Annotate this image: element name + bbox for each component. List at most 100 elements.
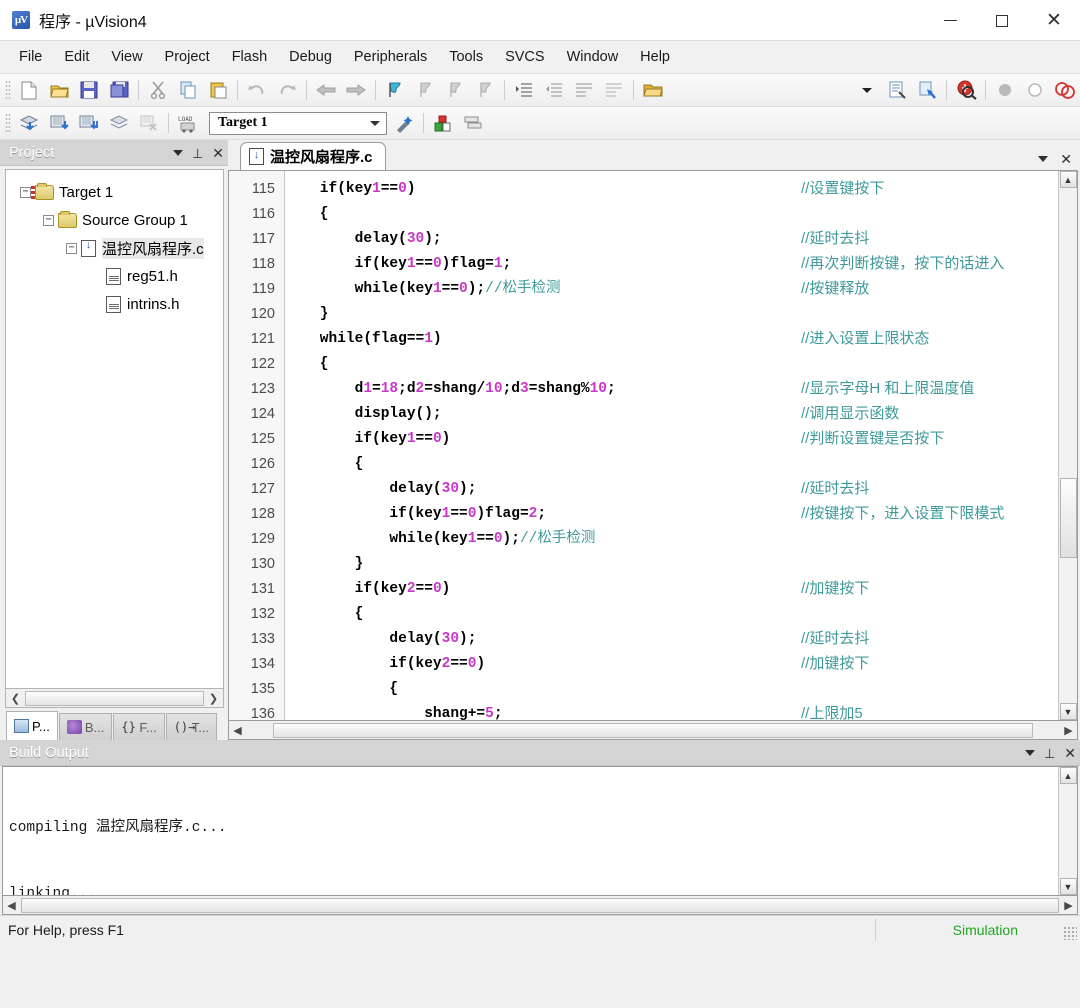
navigate-forward-icon[interactable] [342, 77, 370, 104]
menu-tools[interactable]: Tools [438, 45, 494, 69]
tab-functions[interactable]: {} F... [113, 713, 165, 740]
tree-node-source-group[interactable]: − Source Group 1 [6, 206, 223, 234]
manage-components-icon[interactable] [429, 110, 457, 137]
build-output-hscrollbar[interactable]: ◀ ▶ [2, 896, 1078, 915]
chevron-down-icon[interactable] [1038, 156, 1049, 162]
save-icon[interactable] [75, 77, 103, 104]
paste-icon[interactable] [204, 77, 232, 104]
close-icon[interactable]: ✕ [212, 146, 224, 160]
uncomment-icon[interactable] [600, 77, 628, 104]
find-in-files-icon[interactable] [913, 77, 941, 104]
bookmark-prev-icon[interactable] [411, 77, 439, 104]
tree-node-reg51[interactable]: reg51.h [6, 262, 223, 290]
code-editor[interactable]: 115 116 117 118 119 120 121 122 123 124 … [228, 170, 1078, 721]
build-output-body[interactable]: compiling 温控风扇程序.c... linking... Program… [2, 766, 1078, 896]
close-icon[interactable]: ✕ [1064, 746, 1076, 760]
tree-node-c-file[interactable]: − 温控风扇程序.c [6, 234, 223, 262]
close-button[interactable]: ✕ [1028, 0, 1080, 41]
project-tree-hscrollbar[interactable]: ❮ ❯ [5, 689, 224, 708]
toolbar-grip[interactable] [5, 113, 11, 133]
target-options-wizard-icon[interactable] [390, 110, 418, 137]
menu-window[interactable]: Window [556, 45, 630, 69]
project-tree[interactable]: − Target 1 − Source Group 1 − 温控风扇程序.c r… [5, 169, 224, 689]
expander-icon[interactable]: − [43, 214, 54, 226]
scroll-thumb[interactable] [1059, 478, 1077, 558]
open-folder-icon[interactable] [639, 77, 667, 104]
scroll-right-icon[interactable]: ▶ [1061, 723, 1076, 738]
breakpoint-kill-icon[interactable] [1051, 77, 1079, 104]
comment-icon[interactable] [570, 77, 598, 104]
batch-build-icon[interactable] [105, 110, 133, 137]
scroll-thumb[interactable] [25, 690, 204, 706]
new-file-icon[interactable] [15, 77, 43, 104]
copy-icon[interactable] [174, 77, 202, 104]
scroll-track[interactable] [1059, 784, 1077, 878]
chevron-down-icon[interactable] [1024, 750, 1035, 756]
expander-icon[interactable]: − [20, 186, 31, 198]
pin-icon[interactable]: ⊥ [1044, 747, 1055, 760]
resize-grip[interactable] [1063, 926, 1077, 940]
target-select[interactable]: Target 1 [209, 111, 387, 135]
chevron-down-icon[interactable] [370, 121, 380, 126]
menu-debug[interactable]: Debug [278, 45, 343, 69]
stop-build-icon[interactable] [135, 110, 163, 137]
debug-session-icon[interactable] [952, 77, 980, 104]
code-text-area[interactable]: //设置键按下 if(key1==0) {//延时去抖 delay(30); //… [285, 171, 1058, 720]
editor-vscrollbar[interactable]: ▲ ▼ [1058, 171, 1077, 720]
editor-hscrollbar[interactable]: ◀ ▶ [228, 721, 1078, 740]
tree-node-intrins[interactable]: intrins.h [6, 290, 223, 318]
cut-icon[interactable] [144, 77, 172, 104]
breakpoint-disabled-icon[interactable] [991, 77, 1019, 104]
outdent-icon[interactable] [540, 77, 568, 104]
menu-file[interactable]: File [8, 45, 53, 69]
close-icon[interactable]: ✕ [1060, 152, 1072, 166]
tree-node-target[interactable]: − Target 1 [6, 178, 223, 206]
scroll-left-icon[interactable]: ❮ [8, 691, 23, 706]
menu-svcs[interactable]: SVCS [494, 45, 556, 69]
scroll-up-icon[interactable]: ▲ [1059, 767, 1077, 784]
multi-project-icon[interactable] [459, 110, 487, 137]
redo-icon[interactable] [273, 77, 301, 104]
dropdown-more-icon[interactable] [853, 77, 881, 104]
tab-books[interactable]: B... [58, 713, 113, 740]
minimize-button[interactable] [924, 0, 976, 41]
menu-edit[interactable]: Edit [53, 45, 100, 69]
scroll-track[interactable] [1059, 188, 1077, 703]
source-browser-icon[interactable] [883, 77, 911, 104]
scroll-right-icon[interactable]: ▶ [1061, 898, 1076, 913]
bookmark-next-icon[interactable] [441, 77, 469, 104]
scroll-thumb[interactable] [21, 897, 1059, 913]
indent-icon[interactable] [510, 77, 538, 104]
tab-templates[interactable]: ()→ T... [165, 713, 218, 740]
menu-help[interactable]: Help [629, 45, 681, 69]
maximize-button[interactable] [976, 0, 1028, 41]
pin-icon[interactable]: ⊥ [192, 147, 203, 160]
scroll-down-icon[interactable]: ▼ [1059, 878, 1077, 895]
scroll-up-icon[interactable]: ▲ [1059, 171, 1077, 188]
download-icon[interactable]: LOAD [174, 110, 202, 137]
navigate-back-icon[interactable] [312, 77, 340, 104]
breakpoint-empty-icon[interactable] [1021, 77, 1049, 104]
chevron-down-icon[interactable] [172, 150, 183, 156]
scroll-down-icon[interactable]: ▼ [1059, 703, 1077, 720]
tab-project[interactable]: P... [6, 711, 58, 740]
scroll-right-icon[interactable]: ❯ [206, 691, 221, 706]
undo-icon[interactable] [243, 77, 271, 104]
bookmark-toggle-icon[interactable] [381, 77, 409, 104]
build-target-icon[interactable] [45, 110, 73, 137]
menu-project[interactable]: Project [154, 45, 221, 69]
rebuild-all-icon[interactable] [75, 110, 103, 137]
translate-icon[interactable] [15, 110, 43, 137]
save-all-icon[interactable] [105, 77, 133, 104]
menu-peripherals[interactable]: Peripherals [343, 45, 438, 69]
toolbar-grip[interactable] [5, 80, 11, 100]
menu-view[interactable]: View [100, 45, 153, 69]
menu-flash[interactable]: Flash [221, 45, 278, 69]
scroll-left-icon[interactable]: ◀ [4, 898, 19, 913]
build-output-vscrollbar[interactable]: ▲ ▼ [1058, 767, 1077, 895]
open-file-icon[interactable] [45, 77, 73, 104]
expander-icon[interactable]: − [66, 242, 77, 254]
scroll-left-icon[interactable]: ◀ [230, 723, 245, 738]
scroll-thumb[interactable] [273, 722, 1033, 738]
document-tab-active[interactable]: 温控风扇程序.c [240, 142, 386, 170]
